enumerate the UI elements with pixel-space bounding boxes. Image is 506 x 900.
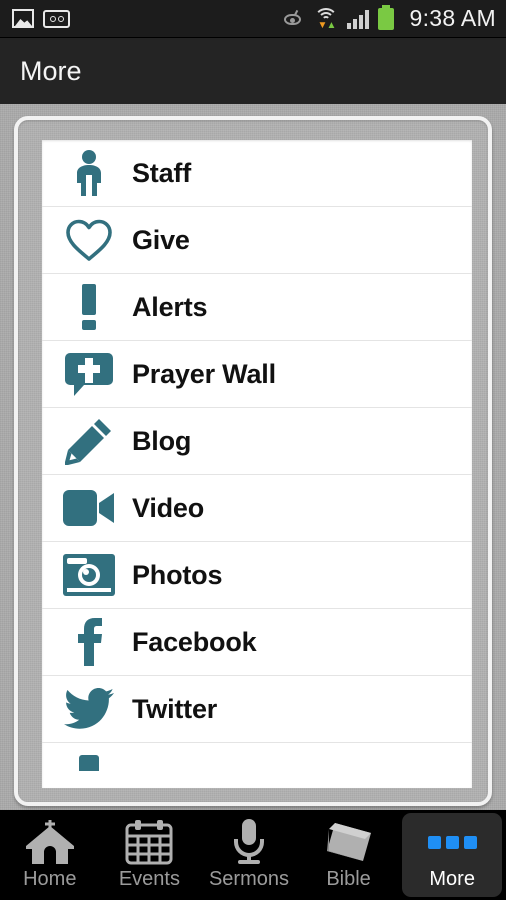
tab-label: Sermons bbox=[208, 868, 289, 890]
list-item-label: Twitter bbox=[132, 693, 218, 724]
list-item-prayer-wall[interactable]: Prayer Wall bbox=[42, 341, 472, 408]
church-icon bbox=[23, 819, 77, 865]
wifi-icon: ▼ ▲ bbox=[313, 7, 338, 30]
list-item-facebook[interactable]: Facebook bbox=[42, 609, 472, 676]
three-dots-icon bbox=[427, 819, 477, 865]
page-title: More bbox=[20, 55, 82, 86]
voicemail-icon bbox=[43, 9, 70, 28]
tab-sermons[interactable]: Sermons bbox=[199, 810, 299, 900]
list-item-label: Facebook bbox=[132, 626, 257, 657]
tab-label: Bible bbox=[326, 868, 371, 890]
status-bar-left-icons bbox=[12, 9, 70, 28]
list-item-video[interactable]: Video bbox=[42, 475, 472, 542]
tab-more[interactable]: More bbox=[402, 813, 502, 897]
tab-events[interactable]: Events bbox=[100, 810, 200, 900]
list-item-staff[interactable]: Staff bbox=[42, 140, 472, 207]
list-item-label bbox=[122, 757, 132, 769]
smart-stay-eye-icon bbox=[283, 9, 305, 28]
tab-home[interactable]: Home bbox=[0, 810, 100, 900]
list-item-photos[interactable]: Photos bbox=[42, 542, 472, 609]
tab-label: More bbox=[429, 868, 475, 890]
exclamation-icon bbox=[56, 281, 122, 333]
calendar-icon bbox=[125, 819, 173, 865]
list-item-give[interactable]: Give bbox=[42, 207, 472, 274]
tab-bible[interactable]: Bible bbox=[299, 810, 399, 900]
person-icon bbox=[56, 147, 122, 199]
status-bar-clock: 9:38 AM bbox=[409, 5, 496, 31]
speech-bubble-cross-icon bbox=[56, 348, 122, 400]
more-menu-list[interactable]: Staff Give Alerts Prayer Wall Blog Video… bbox=[42, 140, 472, 788]
list-item-blog[interactable]: Blog bbox=[42, 408, 472, 475]
pencil-icon bbox=[56, 415, 122, 467]
content-area: Staff Give Alerts Prayer Wall Blog Video… bbox=[0, 104, 506, 810]
list-item-label: Alerts bbox=[132, 291, 208, 322]
list-item-label: Staff bbox=[132, 157, 191, 188]
camera-icon bbox=[56, 549, 122, 601]
list-item-label: Give bbox=[132, 224, 190, 255]
twitter-bird-icon bbox=[56, 683, 122, 735]
cell-signal-icon bbox=[346, 9, 369, 29]
bottom-tab-bar: Home Events Sermons Bible More bbox=[0, 810, 506, 900]
app-title-bar: More bbox=[0, 38, 506, 104]
partial-icon bbox=[56, 755, 122, 771]
list-item-label: Prayer Wall bbox=[132, 358, 276, 389]
phone-screen: ▼ ▲ 9:38 AM More Staff Give Alerts Praye… bbox=[0, 0, 506, 900]
screenshot-image-icon bbox=[12, 9, 34, 28]
tab-label: Events bbox=[118, 868, 180, 890]
list-item-partial[interactable] bbox=[42, 743, 472, 783]
panel-frame: Staff Give Alerts Prayer Wall Blog Video… bbox=[14, 116, 492, 806]
facebook-icon bbox=[56, 616, 122, 668]
list-item-label: Blog bbox=[132, 425, 192, 456]
battery-icon bbox=[377, 4, 394, 30]
heart-outline-icon bbox=[56, 214, 122, 266]
list-item-label: Video bbox=[132, 492, 205, 523]
list-item-label: Photos bbox=[132, 559, 223, 590]
microphone-icon bbox=[229, 819, 269, 865]
list-item-twitter[interactable]: Twitter bbox=[42, 676, 472, 743]
video-camera-icon bbox=[56, 482, 122, 534]
list-item-alerts[interactable]: Alerts bbox=[42, 274, 472, 341]
status-bar-right-icons: ▼ ▲ 9:38 AM bbox=[283, 4, 497, 32]
status-bar: ▼ ▲ 9:38 AM bbox=[0, 0, 506, 38]
tab-label: Home bbox=[23, 868, 77, 890]
book-icon bbox=[323, 819, 375, 865]
